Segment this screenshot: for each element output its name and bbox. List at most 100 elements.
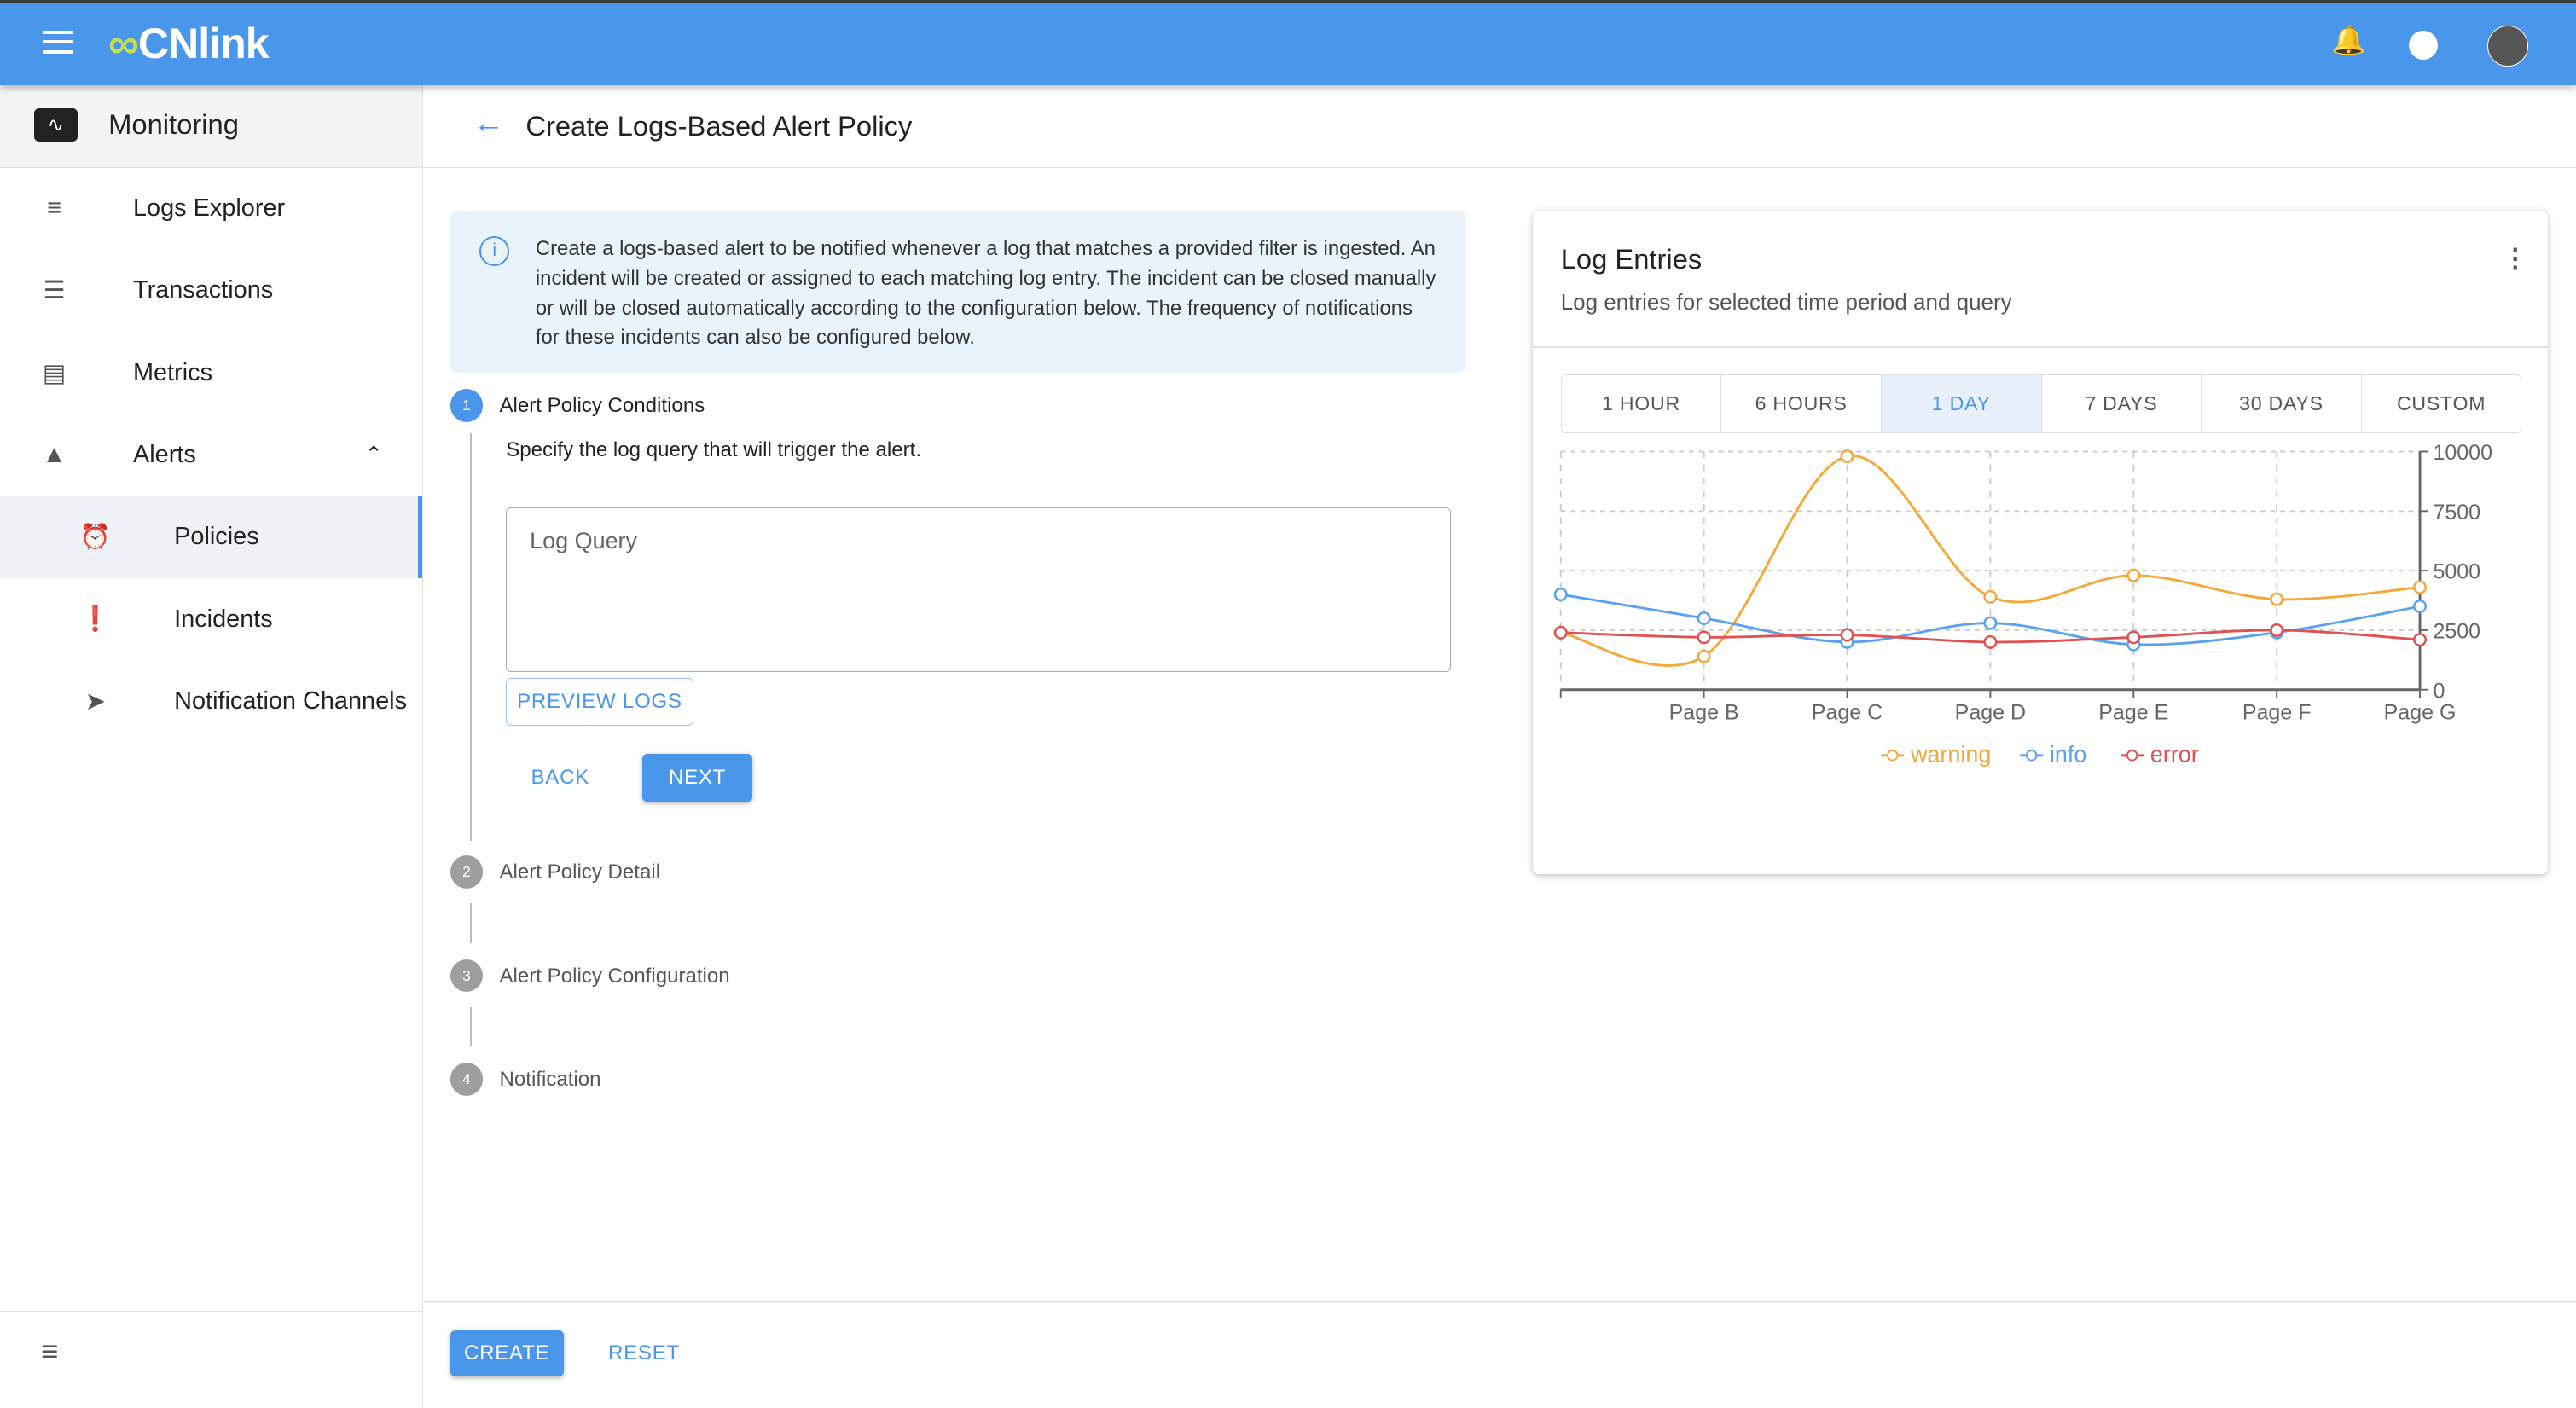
step-description: Specify the log query that will trigger … bbox=[506, 438, 922, 462]
sidebar-item-notification-channels[interactable]: ➤ Notification Channels bbox=[0, 660, 422, 742]
y-tick-label: 0 bbox=[2433, 680, 2445, 704]
step-2-number: 2 bbox=[450, 855, 484, 889]
alert-bell-icon: ▲ bbox=[42, 440, 67, 468]
data-point-warning bbox=[2270, 592, 2284, 606]
y-tick-label: 5000 bbox=[2433, 560, 2480, 584]
logs-search-icon: ≡ bbox=[47, 194, 61, 223]
avatar[interactable] bbox=[2486, 25, 2529, 67]
data-point-error bbox=[1840, 628, 1854, 642]
data-point-error bbox=[1983, 635, 1998, 650]
sidebar-header: ∿ Monitoring bbox=[0, 85, 422, 169]
legend-label-info: info bbox=[2050, 742, 2086, 768]
step-3-number: 3 bbox=[450, 959, 484, 993]
data-point-info bbox=[1553, 588, 1568, 602]
y-tick-label: 10000 bbox=[2433, 441, 2492, 465]
exclamation-icon: ❗ bbox=[79, 605, 111, 634]
data-point-warning bbox=[1983, 589, 1998, 604]
next-button[interactable]: NEXT bbox=[642, 754, 753, 802]
step-1-number: 1 bbox=[450, 389, 484, 422]
page-header: ← Create Logs-Based Alert Policy bbox=[423, 85, 2576, 169]
tab-1-day[interactable]: 1 DAY bbox=[1881, 375, 2042, 433]
alarm-icon: ⏰ bbox=[79, 523, 111, 551]
sidebar-item-incidents[interactable]: ❗ Incidents bbox=[0, 578, 422, 660]
list-icon: ☰ bbox=[43, 277, 66, 305]
tab-7-days[interactable]: 7 DAYS bbox=[2042, 375, 2202, 433]
y-tick-label: 2500 bbox=[2433, 620, 2480, 644]
x-tick-label: Page E bbox=[2098, 701, 2168, 725]
legend-label-error: error bbox=[2150, 742, 2199, 768]
sidebar-item-transactions[interactable]: ☰ Transactions bbox=[0, 250, 422, 332]
step-3-label[interactable]: Alert Policy Configuration bbox=[500, 965, 730, 988]
menu-icon[interactable] bbox=[43, 30, 73, 54]
bell-icon[interactable]: 🔔 bbox=[2331, 24, 2366, 56]
data-point-warning bbox=[2126, 568, 2141, 582]
info-banner: i Create a logs-based alert to be notifi… bbox=[450, 210, 1465, 374]
divider bbox=[0, 1310, 422, 1312]
legend-marker-warning bbox=[1887, 750, 1899, 762]
data-point-error bbox=[2126, 630, 2141, 645]
chevron-up-icon[interactable]: ⌃ bbox=[365, 442, 383, 467]
step-4-label[interactable]: Notification bbox=[500, 1068, 601, 1092]
data-point-error bbox=[2270, 623, 2284, 638]
data-point-error bbox=[1553, 625, 1568, 640]
info-icon: i bbox=[479, 236, 510, 267]
legend-marker-error bbox=[2126, 750, 2138, 762]
sidebar-item-alerts[interactable]: ▲ Alerts ⌃ bbox=[0, 414, 422, 495]
data-point-warning bbox=[1697, 649, 1711, 663]
sidebar-item-policies[interactable]: ⏰ Policies bbox=[0, 495, 422, 578]
data-point-info bbox=[2413, 600, 2427, 614]
step-connector bbox=[469, 433, 472, 842]
x-tick-label: Page C bbox=[1812, 701, 1883, 725]
divider bbox=[423, 1301, 2576, 1303]
y-tick-label: 7500 bbox=[2433, 501, 2480, 524]
top-app-bar: ∞CNlink 🔔 bbox=[0, 0, 2576, 86]
log-query-input[interactable]: Log Query bbox=[506, 507, 1451, 672]
send-icon: ➤ bbox=[84, 687, 106, 716]
x-tick-label: Page B bbox=[1669, 701, 1739, 725]
monitoring-icon: ∿ bbox=[34, 108, 78, 142]
data-point-info bbox=[1983, 616, 1998, 630]
data-point-info bbox=[1697, 611, 1711, 626]
link-logo-icon: ∞ bbox=[108, 20, 139, 68]
step-1-label[interactable]: Alert Policy Conditions bbox=[500, 394, 705, 418]
create-button[interactable]: CREATE bbox=[450, 1330, 564, 1376]
data-point-warning bbox=[2413, 580, 2427, 594]
sidebar-item-metrics[interactable]: ▤ Metrics bbox=[0, 332, 422, 414]
palette-icon[interactable] bbox=[2408, 30, 2439, 61]
log-entries-card: Log Entries Log entries for selected tim… bbox=[1532, 210, 2549, 874]
data-point-error bbox=[1697, 630, 1711, 645]
brand-logo[interactable]: ∞CNlink bbox=[108, 19, 269, 68]
divider bbox=[1532, 346, 2549, 349]
card-subtitle: Log entries for selected time period and… bbox=[1560, 288, 2012, 315]
log-entries-chart: 0 2500 5000 7500 10000 Page B Page C Page D Page… bbox=[1553, 441, 2492, 768]
data-point-error bbox=[2413, 633, 2427, 647]
legend-label-warning: warning bbox=[1910, 742, 1991, 768]
sidebar-title: Monitoring bbox=[108, 108, 239, 141]
step-4-number: 4 bbox=[450, 1063, 484, 1096]
legend-marker-info bbox=[2025, 750, 2038, 762]
time-range-tabs: 1 HOUR 6 HOURS 1 DAY 7 DAYS 30 DAYS CUST… bbox=[1560, 374, 2522, 434]
card-title: Log Entries bbox=[1560, 243, 1703, 275]
reset-button[interactable]: RESET bbox=[595, 1330, 693, 1376]
step-connector bbox=[469, 1006, 472, 1046]
bar-chart-icon: ▤ bbox=[42, 359, 67, 387]
x-tick-label: Page G bbox=[2384, 701, 2457, 725]
more-vert-icon[interactable]: ⋮ bbox=[2502, 243, 2528, 274]
tab-30-days[interactable]: 30 DAYS bbox=[2202, 375, 2362, 433]
tab-custom[interactable]: CUSTOM bbox=[2362, 375, 2521, 432]
collapse-menu-icon[interactable]: ≡ bbox=[41, 1336, 58, 1369]
page-title: Create Logs-Based Alert Policy bbox=[525, 110, 913, 142]
tab-6-hours[interactable]: 6 HOURS bbox=[1721, 375, 1882, 433]
x-tick-label: Page D bbox=[1955, 701, 2026, 725]
step-2-label[interactable]: Alert Policy Detail bbox=[500, 860, 661, 884]
step-connector bbox=[469, 903, 472, 943]
tab-1-hour[interactable]: 1 HOUR bbox=[1562, 375, 1722, 433]
x-tick-label: Page F bbox=[2242, 701, 2312, 725]
back-arrow-icon[interactable]: ← bbox=[473, 105, 505, 141]
sidebar: ∿ Monitoring ≡ Logs Explorer ☰ Transaction… bbox=[0, 85, 423, 1408]
back-button[interactable]: BACK bbox=[513, 754, 608, 802]
preview-logs-button[interactable]: PREVIEW LOGS bbox=[506, 678, 693, 727]
log-query-placeholder: Log Query bbox=[530, 528, 638, 554]
sidebar-item-logs-explorer[interactable]: ≡ Logs Explorer bbox=[0, 167, 422, 249]
data-point-warning bbox=[1840, 449, 1854, 464]
